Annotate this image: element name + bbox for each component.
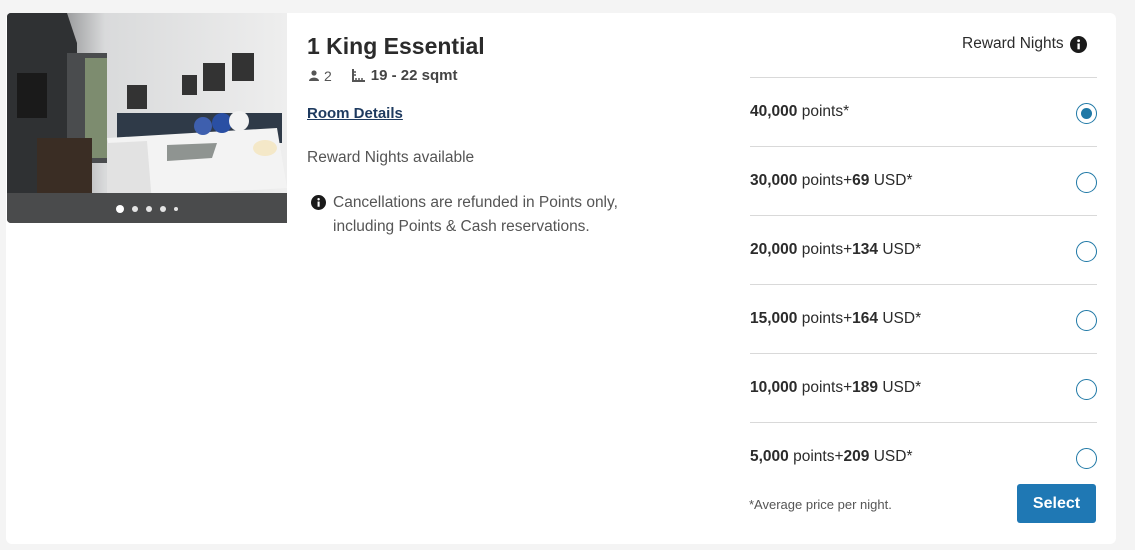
gallery-pagination[interactable] — [7, 205, 287, 213]
cancellation-line-2: including Points & Cash reservations. — [333, 218, 590, 235]
guest-count-value: 2 — [324, 67, 332, 84]
cash-amount: 134 — [852, 241, 879, 258]
currency: USD* — [873, 172, 913, 189]
select-button[interactable]: Select — [1017, 484, 1096, 523]
cash-amount: 164 — [852, 310, 879, 327]
availability-text: Reward Nights available — [307, 149, 475, 166]
points-amount: 10,000 — [750, 379, 798, 396]
gallery-dot-3[interactable] — [146, 206, 152, 212]
room-photo[interactable] — [7, 13, 287, 223]
room-details-link[interactable]: Room Details — [307, 105, 403, 122]
points-amount: 40,000 — [750, 103, 798, 120]
info-icon — [311, 195, 326, 210]
points-amount: 5,000 — [750, 448, 789, 465]
rate-option[interactable]: 20,000 points+134 USD* — [750, 215, 1097, 284]
rate-radio[interactable] — [1076, 172, 1097, 193]
gallery-dot-2[interactable] — [132, 206, 138, 212]
guest-count: 2 — [309, 68, 332, 84]
room-meta: 2 19 - 22 sqmt — [307, 67, 618, 84]
gallery-dot-5[interactable] — [174, 207, 178, 211]
rate-radio[interactable] — [1076, 379, 1097, 400]
points-word: points — [801, 310, 844, 327]
points-word: points* — [801, 103, 850, 120]
currency: USD* — [882, 310, 922, 327]
currency: USD* — [882, 241, 922, 258]
rate-radio[interactable] — [1076, 310, 1097, 331]
rate-option-label: 40,000 points* — [750, 103, 849, 121]
plus-sign: + — [843, 310, 853, 327]
currency: USD* — [882, 379, 922, 396]
points-word: points — [801, 379, 844, 396]
plus-sign: + — [843, 172, 853, 189]
ruler-icon — [351, 69, 365, 82]
points-word: points — [793, 448, 835, 465]
plus-sign: + — [843, 241, 853, 258]
rate-option[interactable]: 10,000 points+189 USD* — [750, 353, 1097, 422]
cash-amount: 189 — [852, 379, 879, 396]
rate-option-label: 20,000 points+134 USD* — [750, 241, 921, 259]
reward-nights-heading: Reward Nights — [962, 35, 1087, 53]
plus-sign: + — [834, 448, 844, 465]
room-size-value: 19 - 22 sqmt — [370, 67, 458, 84]
points-amount: 30,000 — [750, 172, 798, 189]
rate-radio[interactable] — [1076, 448, 1097, 469]
rate-option[interactable]: 30,000 points+69 USD* — [750, 146, 1097, 215]
rate-option-label: 10,000 points+189 USD* — [750, 379, 921, 397]
gallery-dot-4[interactable] — [160, 206, 166, 212]
plus-sign: + — [843, 379, 853, 396]
cancellation-text: Cancellations are refunded in Points onl… — [333, 191, 618, 239]
rate-option[interactable]: 5,000 points+209 USD* — [750, 422, 1097, 491]
cash-amount: 209 — [843, 448, 870, 465]
reward-nights-label: Reward Nights — [962, 35, 1064, 52]
gallery-dot-1[interactable] — [116, 205, 124, 213]
points-word: points — [801, 172, 844, 189]
rate-option-label: 5,000 points+209 USD* — [750, 448, 913, 466]
cash-amount: 69 — [852, 172, 870, 189]
rate-option-label: 15,000 points+164 USD* — [750, 310, 921, 328]
rate-options: 40,000 points* 30,000 points+69 USD* 20,… — [750, 77, 1097, 491]
currency: USD* — [873, 448, 913, 465]
room-info: 1 King Essential 2 19 - 22 sqmt Room Det… — [307, 33, 618, 239]
room-size: 19 - 22 sqmt — [351, 67, 458, 84]
rate-option-label: 30,000 points+69 USD* — [750, 172, 913, 190]
person-icon — [309, 70, 319, 81]
rate-radio[interactable] — [1076, 241, 1097, 262]
cancellation-line-1: Cancellations are refunded in Points onl… — [333, 194, 618, 211]
points-word: points — [801, 241, 844, 258]
rate-option[interactable]: 40,000 points* — [750, 77, 1097, 146]
room-title: 1 King Essential — [307, 33, 485, 59]
rate-radio[interactable] — [1076, 103, 1097, 124]
cancellation-notice: Cancellations are refunded in Points onl… — [311, 191, 618, 239]
average-price-footnote: *Average price per night. — [749, 497, 892, 512]
rate-option[interactable]: 15,000 points+164 USD* — [750, 284, 1097, 353]
info-icon[interactable] — [1069, 35, 1087, 53]
points-amount: 15,000 — [750, 310, 798, 327]
points-amount: 20,000 — [750, 241, 798, 258]
